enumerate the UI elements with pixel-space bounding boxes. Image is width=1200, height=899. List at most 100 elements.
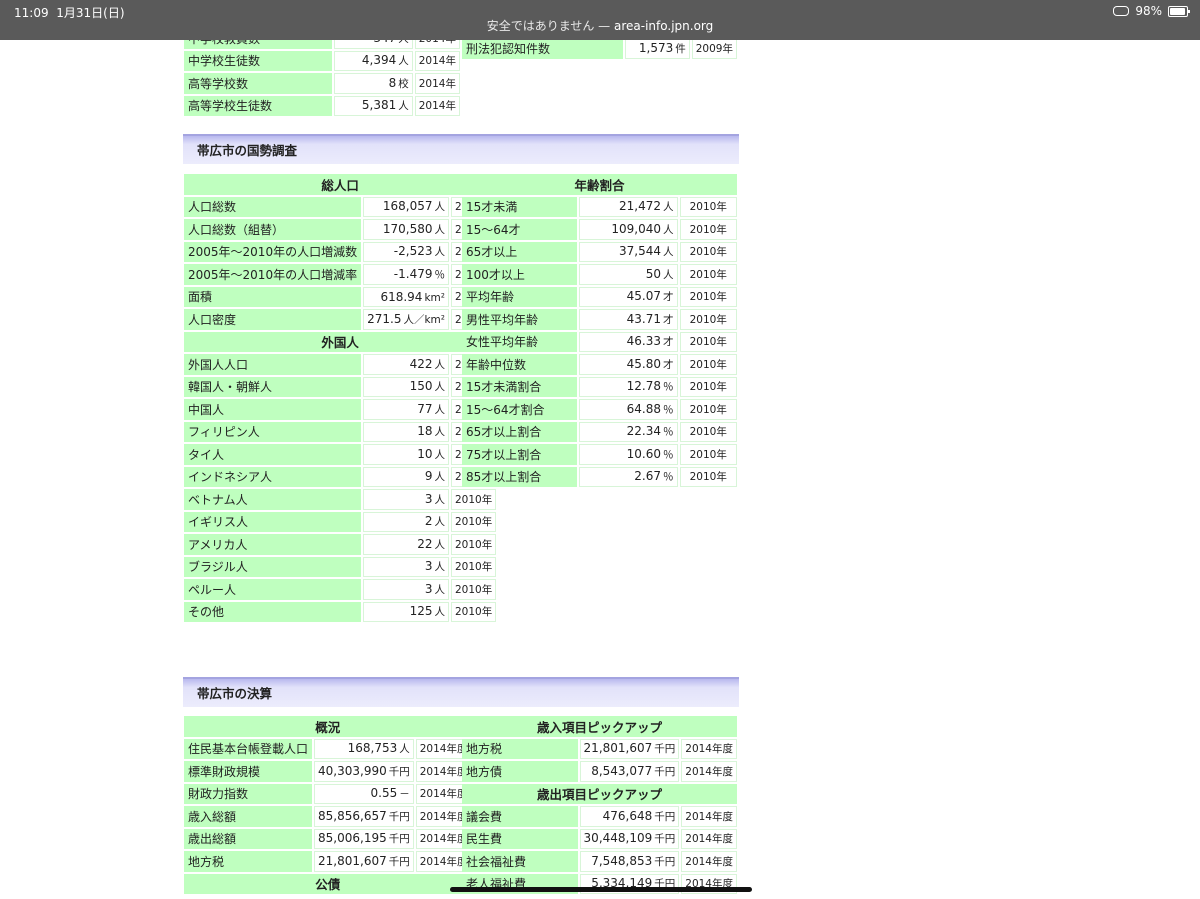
status-right: 98% — [1113, 4, 1190, 18]
row-value: 7,548,853 千円 — [579, 851, 680, 872]
row-value: 45.80 才 — [578, 354, 678, 375]
row-value: 2.67 ％ — [578, 466, 678, 487]
row-value: 4,394 人 — [333, 50, 413, 71]
revenue-row: 地方税 21,801,607 千円 2014年度 — [462, 738, 737, 759]
row-value: -2,523 人 — [363, 241, 449, 262]
row-value: 21,801,607 千円 — [314, 851, 414, 872]
foreign-row: ベトナム人 3 人 2010年 — [184, 489, 497, 510]
foreign-row: イギリス人 2 人 2010年 — [184, 511, 497, 532]
debt-header: 公債 — [184, 873, 472, 894]
age-row: 75才以上割合 10.60 ％ 2010年 — [462, 444, 737, 465]
row-year: 2010年 — [679, 196, 737, 217]
row-label: 議会費 — [462, 806, 578, 827]
row-value: 85,006,195 千円 — [314, 828, 414, 849]
row-year: 2014年度 — [681, 828, 737, 849]
row-year: 2010年 — [450, 556, 497, 577]
age-header: 年齢割合 — [462, 174, 737, 195]
row-label: 民生費 — [462, 828, 578, 849]
row-label: ブラジル人 — [184, 556, 362, 577]
row-year: 2010年 — [450, 579, 497, 600]
row-value: 9人 — [363, 466, 449, 487]
row-label: 地方税 — [462, 738, 578, 759]
population-table: 総人口 人口総数168,057人2010年人口総数（組替）170,580人200… — [182, 172, 498, 624]
row-year: 2014年 — [414, 95, 460, 116]
row-label: 15才未満割合 — [462, 376, 577, 397]
foreign-row: 外国人人口422人2010年 — [184, 354, 497, 375]
row-year: 2010年 — [450, 511, 497, 532]
home-indicator[interactable] — [450, 887, 752, 892]
row-year: 2014年度 — [681, 851, 737, 872]
row-year: 2010年 — [679, 219, 737, 240]
row-label: 65才以上 — [462, 241, 577, 262]
row-year: 2010年 — [679, 354, 737, 375]
revenue-header: 歳入項目ピックアップ — [462, 716, 737, 737]
foreign-row: 韓国人・朝鮮人150人2010年 — [184, 376, 497, 397]
overview-row: 住民基本台帳登載人口 168,753 人 2014年度 — [184, 738, 472, 759]
foreign-row: タイ人10人2010年 — [184, 444, 497, 465]
age-row: 平均年齢 45.07 才 2010年 — [462, 286, 737, 307]
row-label: 外国人人口 — [184, 354, 362, 375]
population-header: 総人口 — [184, 174, 497, 195]
overview-row: 歳入総額 85,856,657 千円 2014年度 — [184, 806, 472, 827]
population-row: 人口密度271.5人／km²2010年 — [184, 309, 497, 330]
revenue-row: 地方債 8,543,077 千円 2014年度 — [462, 761, 737, 782]
row-year: 2010年 — [679, 241, 737, 262]
population-row: 人口総数168,057人2010年 — [184, 196, 497, 217]
row-value: 21,472 人 — [578, 196, 678, 217]
row-value: 1,573 件 — [625, 38, 690, 59]
row-value: 43.71 才 — [578, 309, 678, 330]
row-label: 中国人 — [184, 399, 362, 420]
finance-section-title: 帯広市の決算 — [183, 677, 739, 707]
age-row: 65才以上割合 22.34 ％ 2010年 — [462, 421, 737, 442]
row-value: 168,753 人 — [314, 738, 414, 759]
row-label: 人口密度 — [184, 309, 362, 330]
foreign-row: アメリカ人 22 人 2010年 — [184, 534, 497, 555]
row-label: 男性平均年齢 — [462, 309, 577, 330]
row-value: -1.479 ％ — [363, 264, 449, 285]
expense-header: 歳出項目ピックアップ — [462, 783, 737, 804]
row-label: 面積 — [184, 286, 362, 307]
row-label: その他 — [184, 601, 362, 622]
address-bar[interactable]: 安全ではありません — area-info.jpn.org — [0, 17, 1200, 34]
row-value: 22 人 — [363, 534, 449, 555]
row-year: 2014年 — [414, 73, 460, 94]
school-stat-row: 高等学校生徒数 5,381 人 2014年 — [184, 95, 460, 116]
population-row: 面積618.94km²2010年 — [184, 286, 497, 307]
row-value: 5,381 人 — [333, 95, 413, 116]
row-label: 地方債 — [462, 761, 578, 782]
row-year: 2010年 — [679, 309, 737, 330]
overview-row: 地方税 21,801,607 千円 2014年度 — [184, 851, 472, 872]
row-label: 人口総数 — [184, 196, 362, 217]
row-year: 2010年 — [679, 331, 737, 352]
school-stat-row: 中学校生徒数 4,394 人 2014年 — [184, 50, 460, 71]
expense-row: 社会福祉費 7,548,853 千円 2014年度 — [462, 851, 737, 872]
row-label: ベトナム人 — [184, 489, 362, 510]
row-label: 75才以上割合 — [462, 444, 577, 465]
url-text: area-info.jpn.org — [614, 19, 714, 33]
row-value: 10 人 — [363, 444, 449, 465]
row-value: 422 人 — [363, 354, 449, 375]
row-value: 50 人 — [578, 264, 678, 285]
age-table: 年齢割合 15才未満 21,472 人 2010年 15～64才 109,040 人 2010… — [460, 172, 739, 489]
battery-percent: 98% — [1135, 4, 1162, 18]
row-value: 21,801,607 千円 — [579, 738, 680, 759]
row-label: 15～64才 — [462, 219, 577, 240]
overview-row: 歳出総額 85,006,195 千円 2014年度 — [184, 828, 472, 849]
foreign-row: その他 125 人 2010年 — [184, 601, 497, 622]
row-label: フィリピン人 — [184, 421, 362, 442]
population-row: 2005年～2010年の人口増減数-2,523人2010年 — [184, 241, 497, 262]
row-value: 3人 — [363, 489, 449, 510]
row-value: 109,040 人 — [578, 219, 678, 240]
age-row: 65才以上 37,544 人 2010年 — [462, 241, 737, 262]
row-value: 476,648 千円 — [579, 806, 680, 827]
foreign-row: インドネシア人9人2010年 — [184, 466, 497, 487]
population-row: 人口総数（組替）170,580人2005年 — [184, 219, 497, 240]
row-label: ペルー人 — [184, 579, 362, 600]
row-value: 8,543,077 千円 — [579, 761, 680, 782]
row-value: 18 人 — [363, 421, 449, 442]
overview-row: 財政力指数 0.55 － 2014年度 — [184, 783, 472, 804]
row-year: 2010年 — [450, 534, 497, 555]
row-year: 2014年度 — [681, 761, 737, 782]
row-value: 150 人 — [363, 376, 449, 397]
row-label: 女性平均年齢 — [462, 331, 577, 352]
